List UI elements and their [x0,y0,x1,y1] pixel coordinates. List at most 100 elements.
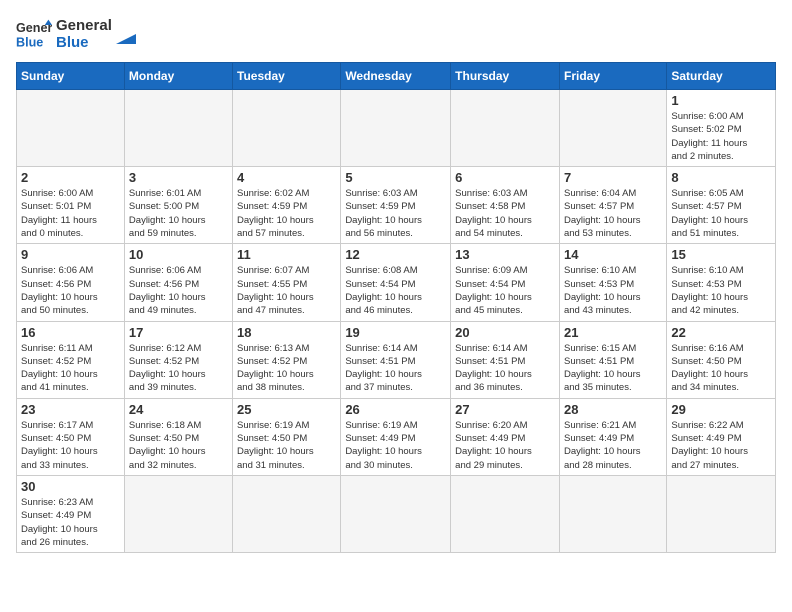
day-info: Sunrise: 6:05 AM Sunset: 4:57 PM Dayligh… [671,187,771,240]
day-number: 25 [237,402,336,417]
day-info: Sunrise: 6:04 AM Sunset: 4:57 PM Dayligh… [564,187,662,240]
day-info: Sunrise: 6:06 AM Sunset: 4:56 PM Dayligh… [21,264,120,317]
calendar-day-cell: 9Sunrise: 6:06 AM Sunset: 4:56 PM Daylig… [17,244,125,321]
calendar-day-cell [451,90,560,167]
day-number: 15 [671,247,771,262]
calendar-day-cell [559,90,666,167]
day-info: Sunrise: 6:19 AM Sunset: 4:50 PM Dayligh… [237,419,336,472]
calendar-header-thursday: Thursday [451,63,560,90]
calendar-day-cell: 3 Sunrise: 6:01 AM Sunset: 5:00 PM Daylig… [124,167,232,244]
day-number: 29 [671,402,771,417]
svg-text:Blue: Blue [16,36,43,50]
day-number: 23 [21,402,120,417]
day-number: 18 [237,325,336,340]
logo: General Blue General Blue [16,16,136,52]
calendar-header-saturday: Saturday [667,63,776,90]
day-info: Sunrise: 6:13 AM Sunset: 4:52 PM Dayligh… [237,342,336,395]
day-info: Sunrise: 6:00 AM Sunset: 5:02 PM Dayligh… [671,110,771,163]
calendar-day-cell: 2 Sunrise: 6:00 AM Sunset: 5:01 PM Daylig… [17,167,125,244]
day-number: 2 [21,170,120,185]
calendar-day-cell [233,90,341,167]
day-number: 27 [455,402,555,417]
day-info: Sunrise: 6:10 AM Sunset: 4:53 PM Dayligh… [671,264,771,317]
day-info: Sunrise: 6:12 AM Sunset: 4:52 PM Dayligh… [129,342,228,395]
calendar-day-cell: 18 Sunrise: 6:13 AM Sunset: 4:52 PM Dayli… [233,321,341,398]
day-info: Sunrise: 6:14 AM Sunset: 4:51 PM Dayligh… [455,342,555,395]
calendar-week-row: 2 Sunrise: 6:00 AM Sunset: 5:01 PM Daylig… [17,167,776,244]
day-number: 8 [671,170,771,185]
day-info: Sunrise: 6:02 AM Sunset: 4:59 PM Dayligh… [237,187,336,240]
day-info: Sunrise: 6:11 AM Sunset: 4:52 PM Dayligh… [21,342,120,395]
calendar-day-cell: 4 Sunrise: 6:02 AM Sunset: 4:59 PM Daylig… [233,167,341,244]
day-number: 7 [564,170,662,185]
day-number: 4 [237,170,336,185]
calendar-header-tuesday: Tuesday [233,63,341,90]
calendar-day-cell [667,475,776,552]
calendar-week-row: 16Sunrise: 6:11 AM Sunset: 4:52 PM Dayli… [17,321,776,398]
calendar-day-cell: 7 Sunrise: 6:04 AM Sunset: 4:57 PM Daylig… [559,167,666,244]
calendar-day-cell [451,475,560,552]
day-number: 11 [237,247,336,262]
calendar-day-cell: 15 Sunrise: 6:10 AM Sunset: 4:53 PM Dayli… [667,244,776,321]
calendar-day-cell [124,90,232,167]
day-info: Sunrise: 6:18 AM Sunset: 4:50 PM Dayligh… [129,419,228,472]
day-info: Sunrise: 6:01 AM Sunset: 5:00 PM Dayligh… [129,187,228,240]
day-info: Sunrise: 6:17 AM Sunset: 4:50 PM Dayligh… [21,419,120,472]
calendar-day-cell: 14Sunrise: 6:10 AM Sunset: 4:53 PM Dayli… [559,244,666,321]
day-number: 3 [129,170,228,185]
day-info: Sunrise: 6:21 AM Sunset: 4:49 PM Dayligh… [564,419,662,472]
day-info: Sunrise: 6:14 AM Sunset: 4:51 PM Dayligh… [345,342,446,395]
day-number: 10 [129,247,228,262]
calendar-day-cell: 11 Sunrise: 6:07 AM Sunset: 4:55 PM Dayli… [233,244,341,321]
calendar-day-cell: 5 Sunrise: 6:03 AM Sunset: 4:59 PM Daylig… [341,167,451,244]
calendar-week-row: 9Sunrise: 6:06 AM Sunset: 4:56 PM Daylig… [17,244,776,321]
day-number: 30 [21,479,120,494]
calendar-week-row: 1 Sunrise: 6:00 AM Sunset: 5:02 PM Daylig… [17,90,776,167]
day-info: Sunrise: 6:09 AM Sunset: 4:54 PM Dayligh… [455,264,555,317]
calendar-day-cell [17,90,125,167]
day-info: Sunrise: 6:06 AM Sunset: 4:56 PM Dayligh… [129,264,228,317]
calendar-day-cell [341,475,451,552]
day-number: 19 [345,325,446,340]
calendar-day-cell: 13Sunrise: 6:09 AM Sunset: 4:54 PM Dayli… [451,244,560,321]
calendar-day-cell [233,475,341,552]
day-number: 21 [564,325,662,340]
day-info: Sunrise: 6:19 AM Sunset: 4:49 PM Dayligh… [345,419,446,472]
day-number: 17 [129,325,228,340]
day-number: 22 [671,325,771,340]
calendar-header-wednesday: Wednesday [341,63,451,90]
day-info: Sunrise: 6:00 AM Sunset: 5:01 PM Dayligh… [21,187,120,240]
calendar-day-cell: 12 Sunrise: 6:08 AM Sunset: 4:54 PM Dayli… [341,244,451,321]
day-info: Sunrise: 6:15 AM Sunset: 4:51 PM Dayligh… [564,342,662,395]
day-info: Sunrise: 6:23 AM Sunset: 4:49 PM Dayligh… [21,496,120,549]
day-info: Sunrise: 6:03 AM Sunset: 4:58 PM Dayligh… [455,187,555,240]
calendar-day-cell [124,475,232,552]
day-info: Sunrise: 6:03 AM Sunset: 4:59 PM Dayligh… [345,187,446,240]
calendar-week-row: 23 Sunrise: 6:17 AM Sunset: 4:50 PM Dayli… [17,398,776,475]
day-number: 1 [671,93,771,108]
day-info: Sunrise: 6:07 AM Sunset: 4:55 PM Dayligh… [237,264,336,317]
calendar-day-cell: 28 Sunrise: 6:21 AM Sunset: 4:49 PM Dayli… [559,398,666,475]
calendar-day-cell: 10 Sunrise: 6:06 AM Sunset: 4:56 PM Dayli… [124,244,232,321]
day-number: 5 [345,170,446,185]
day-number: 12 [345,247,446,262]
calendar-day-cell [559,475,666,552]
calendar-day-cell: 23 Sunrise: 6:17 AM Sunset: 4:50 PM Dayli… [17,398,125,475]
calendar-day-cell: 17 Sunrise: 6:12 AM Sunset: 4:52 PM Dayli… [124,321,232,398]
calendar-day-cell: 30 Sunrise: 6:23 AM Sunset: 4:49 PM Dayli… [17,475,125,552]
day-number: 24 [129,402,228,417]
day-info: Sunrise: 6:16 AM Sunset: 4:50 PM Dayligh… [671,342,771,395]
calendar-day-cell: 24 Sunrise: 6:18 AM Sunset: 4:50 PM Dayli… [124,398,232,475]
calendar-day-cell: 29Sunrise: 6:22 AM Sunset: 4:49 PM Dayli… [667,398,776,475]
header: General Blue General Blue [16,16,776,52]
day-number: 20 [455,325,555,340]
day-info: Sunrise: 6:20 AM Sunset: 4:49 PM Dayligh… [455,419,555,472]
calendar-header-friday: Friday [559,63,666,90]
day-number: 28 [564,402,662,417]
calendar-day-cell: 26Sunrise: 6:19 AM Sunset: 4:49 PM Dayli… [341,398,451,475]
calendar-day-cell: 21 Sunrise: 6:15 AM Sunset: 4:51 PM Dayli… [559,321,666,398]
calendar-day-cell: 8 Sunrise: 6:05 AM Sunset: 4:57 PM Daylig… [667,167,776,244]
day-info: Sunrise: 6:10 AM Sunset: 4:53 PM Dayligh… [564,264,662,317]
day-info: Sunrise: 6:08 AM Sunset: 4:54 PM Dayligh… [345,264,446,317]
logo-icon: General Blue [16,16,52,52]
